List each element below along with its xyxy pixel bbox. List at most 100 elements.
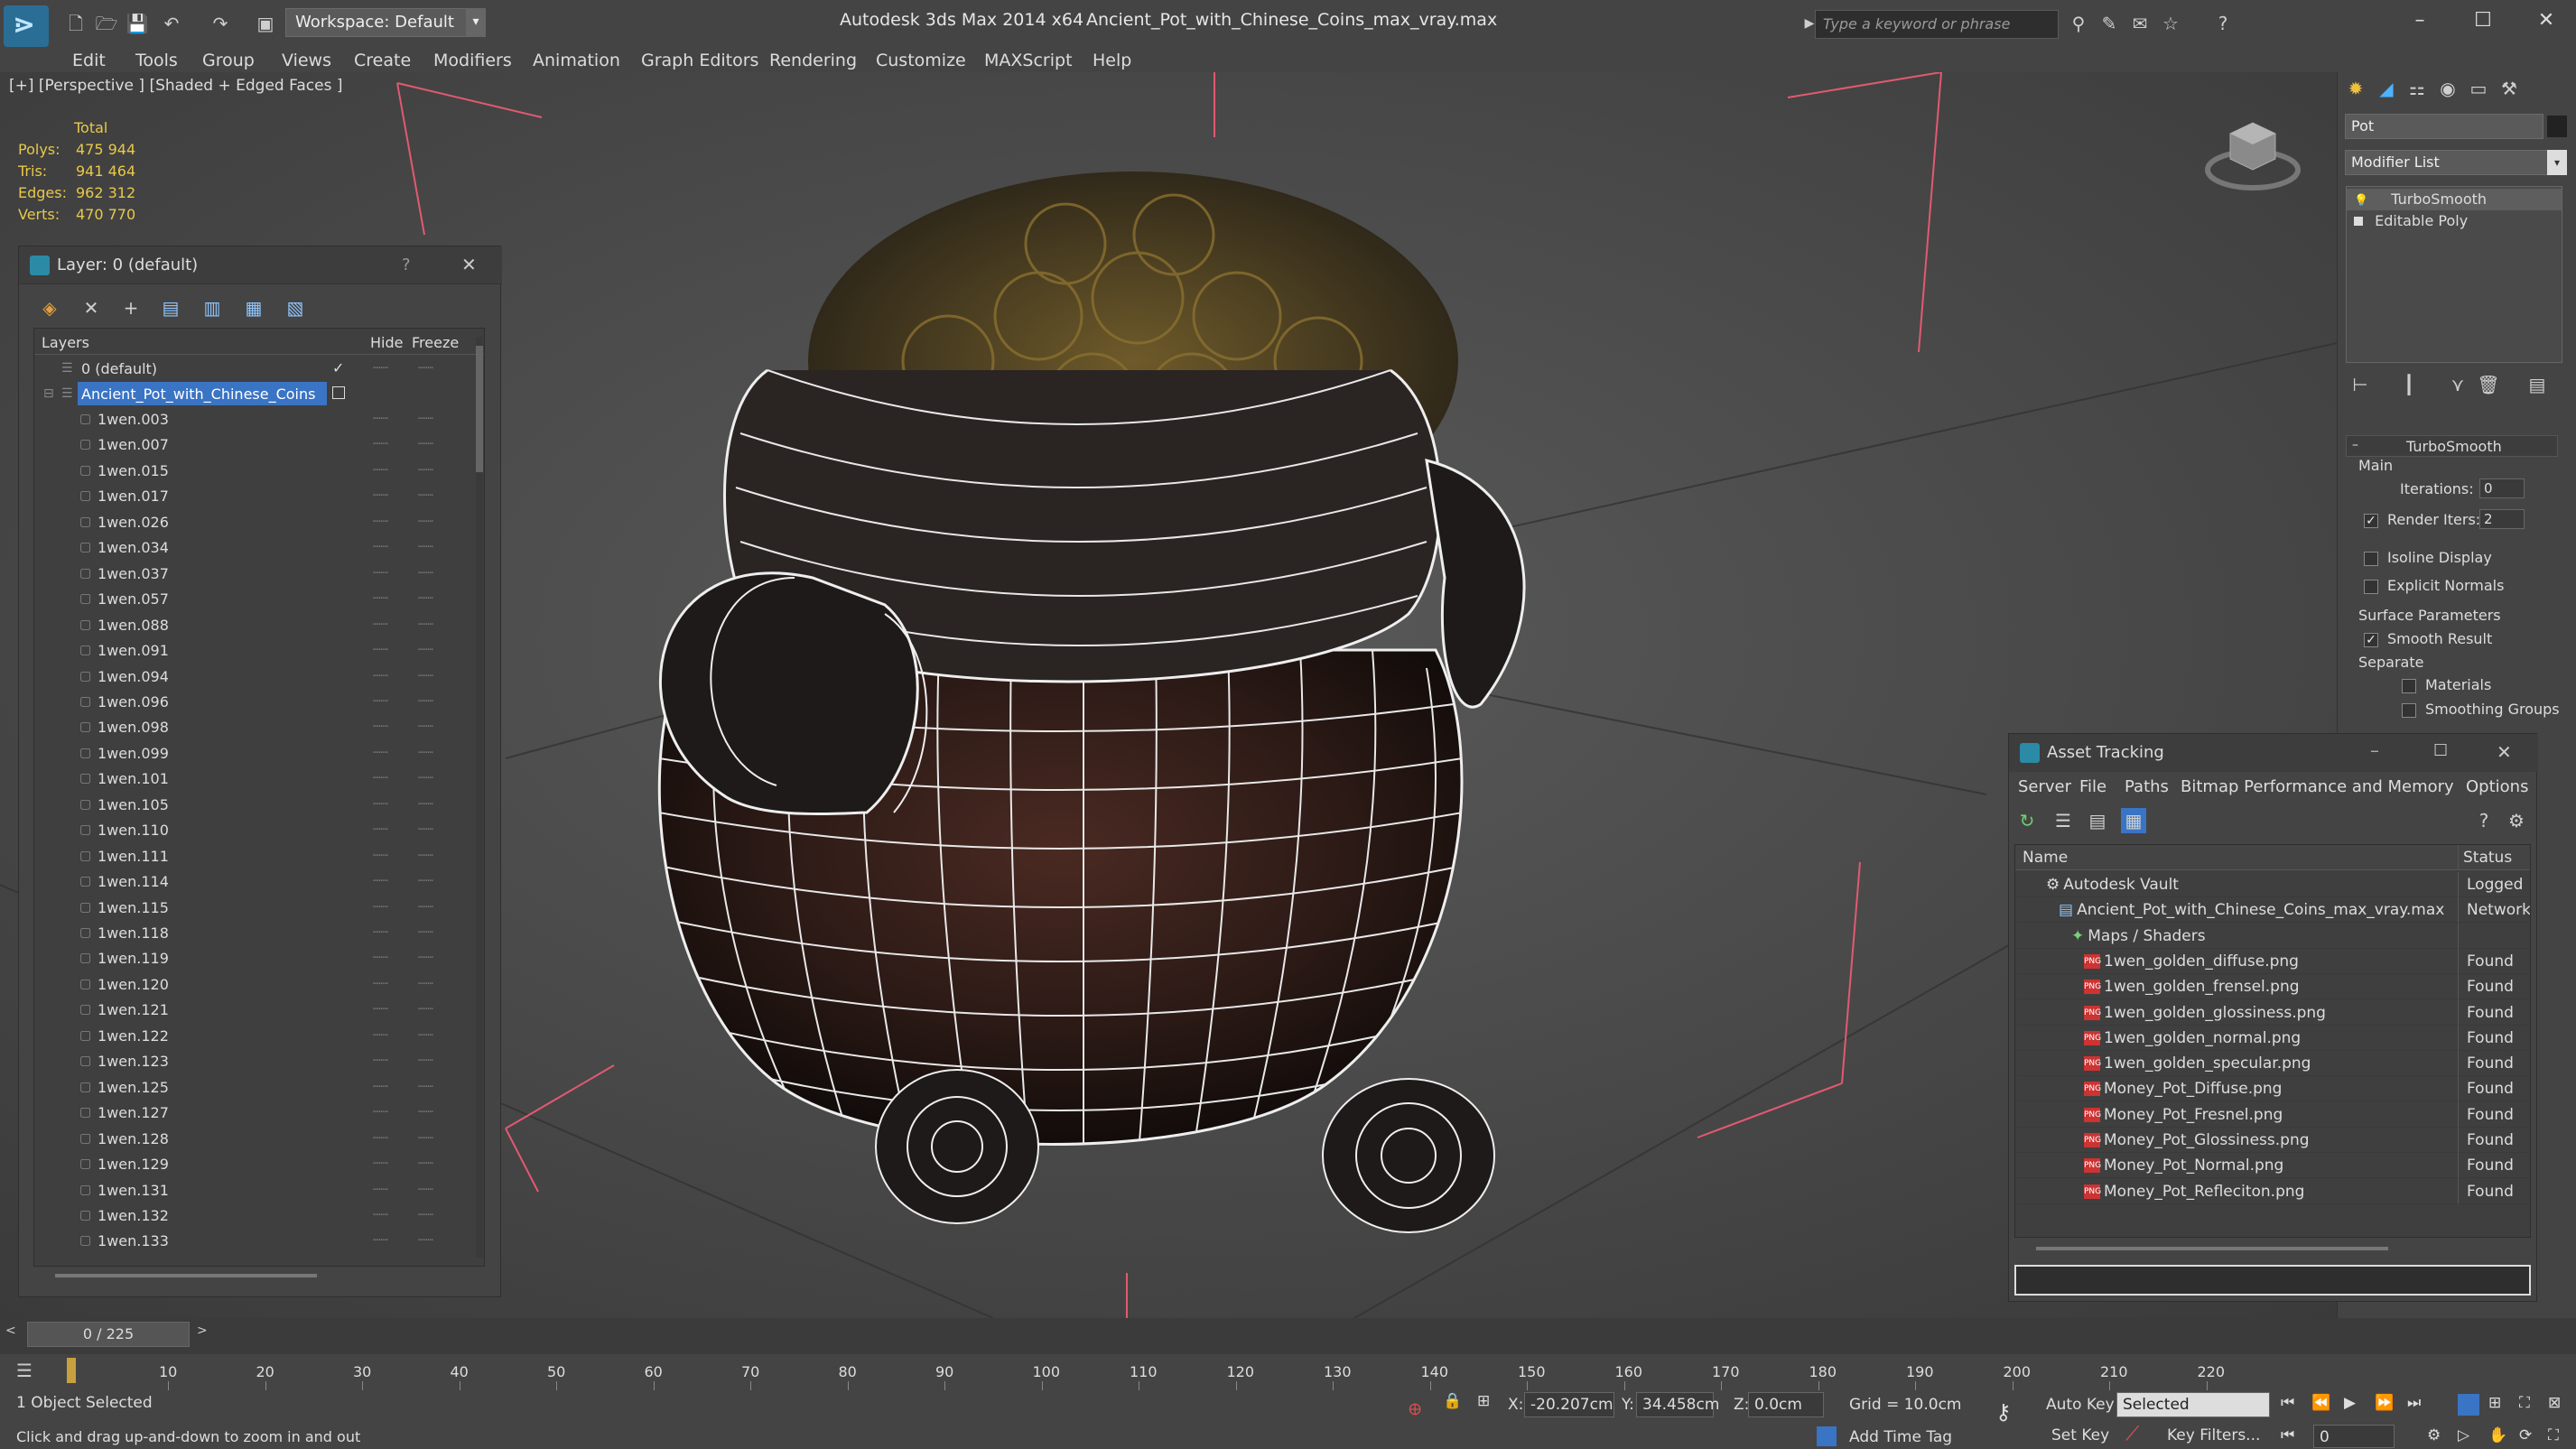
open-file-icon[interactable]: 🗁 xyxy=(94,11,119,36)
close-icon[interactable]: ✕ xyxy=(2497,741,2512,763)
asset-hscrollbar[interactable] xyxy=(2036,1247,2388,1250)
hide-toggle[interactable]: ┈┈ xyxy=(373,945,388,971)
help-icon[interactable]: ? xyxy=(402,255,411,274)
subscription-icon[interactable]: ✎ xyxy=(2097,11,2122,36)
freeze-toggle[interactable]: ┈┈ xyxy=(418,1023,433,1048)
hide-toggle[interactable]: ┈┈ xyxy=(373,1100,388,1125)
layer-object-row[interactable]: ▢ 1wen.105 ┈┈ ┈┈ xyxy=(34,792,459,817)
layer-object-row[interactable]: ▢ 1wen.111 ┈┈ ┈┈ xyxy=(34,843,459,868)
asset-menu-file[interactable]: File xyxy=(2079,777,2106,796)
utilities-tab-icon[interactable]: ⚒ xyxy=(2497,76,2522,101)
current-frame-field[interactable]: 0 xyxy=(2313,1425,2395,1448)
asset-table[interactable]: Name Status ⚙ Autodesk Vault Logged ▤ Ancien… xyxy=(2014,844,2531,1238)
layer-object-row[interactable]: ▢ 1wen.026 ┈┈ ┈┈ xyxy=(34,509,459,534)
freeze-toggle[interactable]: ┈┈ xyxy=(418,971,433,997)
freeze-toggle[interactable]: ┈┈ xyxy=(418,792,433,817)
remove-modifier-icon[interactable]: 🗑 xyxy=(2476,372,2501,397)
hide-toggle[interactable]: ┈┈ xyxy=(373,1228,388,1253)
layer-object-row[interactable]: ▢ 1wen.034 ┈┈ ┈┈ xyxy=(34,534,459,560)
layer-object-row[interactable]: ▢ 1wen.114 ┈┈ ┈┈ xyxy=(34,868,459,894)
layer-hscrollbar[interactable] xyxy=(55,1274,317,1277)
trackbar-menu-icon[interactable]: ☰ xyxy=(16,1360,33,1381)
layer-object-row[interactable]: ▢ 1wen.128 ┈┈ ┈┈ xyxy=(34,1126,459,1151)
zoom-extents-icon[interactable]: ⛶ xyxy=(2519,1394,2530,1412)
freeze-toggle[interactable]: ┈┈ xyxy=(418,817,433,842)
modifier-list-dropdown[interactable]: Modifier List xyxy=(2345,150,2556,175)
materials-checkbox[interactable]: Materials xyxy=(2402,676,2491,693)
pin-stack-icon[interactable]: ⊢ xyxy=(2348,372,2373,397)
layer-object-row[interactable]: ▢ 1wen.094 ┈┈ ┈┈ xyxy=(34,664,459,689)
asset-row[interactable]: PNG Money_Pot_Glossiness.png Found xyxy=(2015,1128,2530,1153)
menu-group[interactable]: Group xyxy=(202,47,255,74)
communication-icon[interactable]: ✉ xyxy=(2127,11,2153,36)
freeze-toggle[interactable]: ┈┈ xyxy=(418,561,433,586)
asset-dialog-titlebar[interactable]: Asset Tracking – ☐ ✕ xyxy=(2009,734,2538,772)
maximize-button[interactable]: ☐ xyxy=(2456,5,2510,36)
render-iters-checkbox[interactable]: ✓ Render Iters: xyxy=(2364,511,2480,528)
time-slider[interactable]: 0 / 225 xyxy=(27,1322,190,1347)
layer-object-row[interactable]: ▢ 1wen.129 ┈┈ ┈┈ xyxy=(34,1151,459,1176)
pan-icon[interactable]: ✋ xyxy=(2488,1426,2507,1444)
freeze-toggle[interactable]: ┈┈ xyxy=(418,534,433,560)
freeze-toggle[interactable]: ┈┈ xyxy=(418,689,433,714)
set-key-icon[interactable]: ⟋ xyxy=(2125,1423,2139,1445)
layer-object-row[interactable]: ▢ 1wen.127 ┈┈ ┈┈ xyxy=(34,1100,459,1125)
zoom-extents-all-icon[interactable]: ⊠ xyxy=(2548,1394,2561,1412)
highlight-layer-icon[interactable]: ▥ xyxy=(200,295,225,320)
hide-toggle[interactable]: ┈┈ xyxy=(373,689,388,714)
explicit-normals-checkbox[interactable]: Explicit Normals xyxy=(2364,577,2504,594)
menu-tools[interactable]: Tools xyxy=(135,47,178,74)
key-mode-dropdown[interactable]: Selected xyxy=(2116,1392,2270,1417)
isolate-icon[interactable]: 🜨 xyxy=(1409,1392,1421,1424)
status-column-header[interactable]: Status xyxy=(2463,849,2512,867)
asset-row[interactable]: PNG Money_Pot_Refleciton.png Found xyxy=(2015,1178,2530,1204)
layer-object-row[interactable]: ▢ 1wen.118 ┈┈ ┈┈ xyxy=(34,920,459,945)
y-coordinate-field[interactable]: 34.458cm xyxy=(1636,1392,1719,1417)
layers-column-header[interactable]: Layers xyxy=(42,334,89,351)
freeze-toggle[interactable]: ┈┈ xyxy=(418,714,433,739)
layer-object-row[interactable]: ▢ 1wen.057 ┈┈ ┈┈ xyxy=(34,586,459,611)
zoom-icon[interactable] xyxy=(2458,1394,2479,1416)
layer-list[interactable]: Layers Hide Freeze ☰ 0 (default) ✓ ┈┈ ┈┈ … xyxy=(33,328,485,1267)
hide-toggle[interactable]: ┈┈ xyxy=(373,895,388,920)
select-objects-icon[interactable]: ▤ xyxy=(158,295,183,320)
layer-object-row[interactable]: ▢ 1wen.119 ┈┈ ┈┈ xyxy=(34,945,459,971)
asset-row[interactable]: PNG 1wen_golden_specular.png Found xyxy=(2015,1051,2530,1077)
close-icon[interactable]: ✕ xyxy=(461,254,477,275)
hide-toggle[interactable]: ┈┈ xyxy=(373,714,388,739)
layer-object-row[interactable]: ▢ 1wen.007 ┈┈ ┈┈ xyxy=(34,432,459,457)
freeze-toggle[interactable]: ┈┈ xyxy=(418,432,433,457)
asset-menu-options[interactable]: Options xyxy=(2466,777,2528,796)
lock-icon[interactable]: 🔒 xyxy=(1443,1392,1462,1410)
modifier-stack[interactable]: 💡 TurboSmooth Editable Poly xyxy=(2346,186,2562,363)
layer-object-row[interactable]: ▢ 1wen.101 ┈┈ ┈┈ xyxy=(34,766,459,791)
layer-object-row[interactable]: ▢ 1wen.096 ┈┈ ┈┈ xyxy=(34,689,459,714)
goto-start-icon[interactable]: ⏮ xyxy=(2281,1394,2294,1412)
menu-modifiers[interactable]: Modifiers xyxy=(433,47,512,74)
workspace-dropdown[interactable]: Workspace: Default xyxy=(285,8,484,37)
freeze-toggle[interactable]: ┈┈ xyxy=(418,945,433,971)
asset-path-field[interactable] xyxy=(2014,1265,2531,1296)
layer-object-row[interactable]: ▢ 1wen.017 ┈┈ ┈┈ xyxy=(34,483,459,508)
hide-toggle[interactable]: ┈┈ xyxy=(373,561,388,586)
create-layer-icon[interactable]: ◈ xyxy=(37,295,62,320)
layer-object-row[interactable]: ▢ 1wen.099 ┈┈ ┈┈ xyxy=(34,740,459,766)
hide-toggle[interactable]: ┈┈ xyxy=(373,1151,388,1176)
freeze-toggle[interactable]: ┈┈ xyxy=(418,1074,433,1100)
hide-all-icon[interactable]: ▦ xyxy=(241,295,266,320)
freeze-toggle[interactable]: ┈┈ xyxy=(418,740,433,766)
time-tag-icon[interactable] xyxy=(1817,1426,1837,1446)
freeze-toggle[interactable]: ┈┈ xyxy=(418,406,433,432)
binoculars-icon[interactable]: ⚲ xyxy=(2066,11,2091,36)
z-coordinate-field[interactable]: 0.0cm xyxy=(1748,1392,1824,1417)
freeze-toggle[interactable]: ┈┈ xyxy=(418,1151,433,1176)
freeze-toggle[interactable]: ┈┈ xyxy=(418,458,433,483)
viewport-label[interactable]: [+] [Perspective ] [Shaded + Edged Faces… xyxy=(9,77,342,95)
freeze-toggle[interactable]: ┈┈ xyxy=(418,1048,433,1073)
hide-toggle[interactable]: ┈┈ xyxy=(373,534,388,560)
hide-toggle[interactable]: ┈┈ xyxy=(373,817,388,842)
new-file-icon[interactable]: 🗋 xyxy=(63,11,88,36)
key-mode-icon[interactable]: ⏮ xyxy=(2281,1426,2294,1444)
freeze-all-icon[interactable]: ▧ xyxy=(283,295,308,320)
help-icon[interactable]: ? xyxy=(2471,808,2497,833)
